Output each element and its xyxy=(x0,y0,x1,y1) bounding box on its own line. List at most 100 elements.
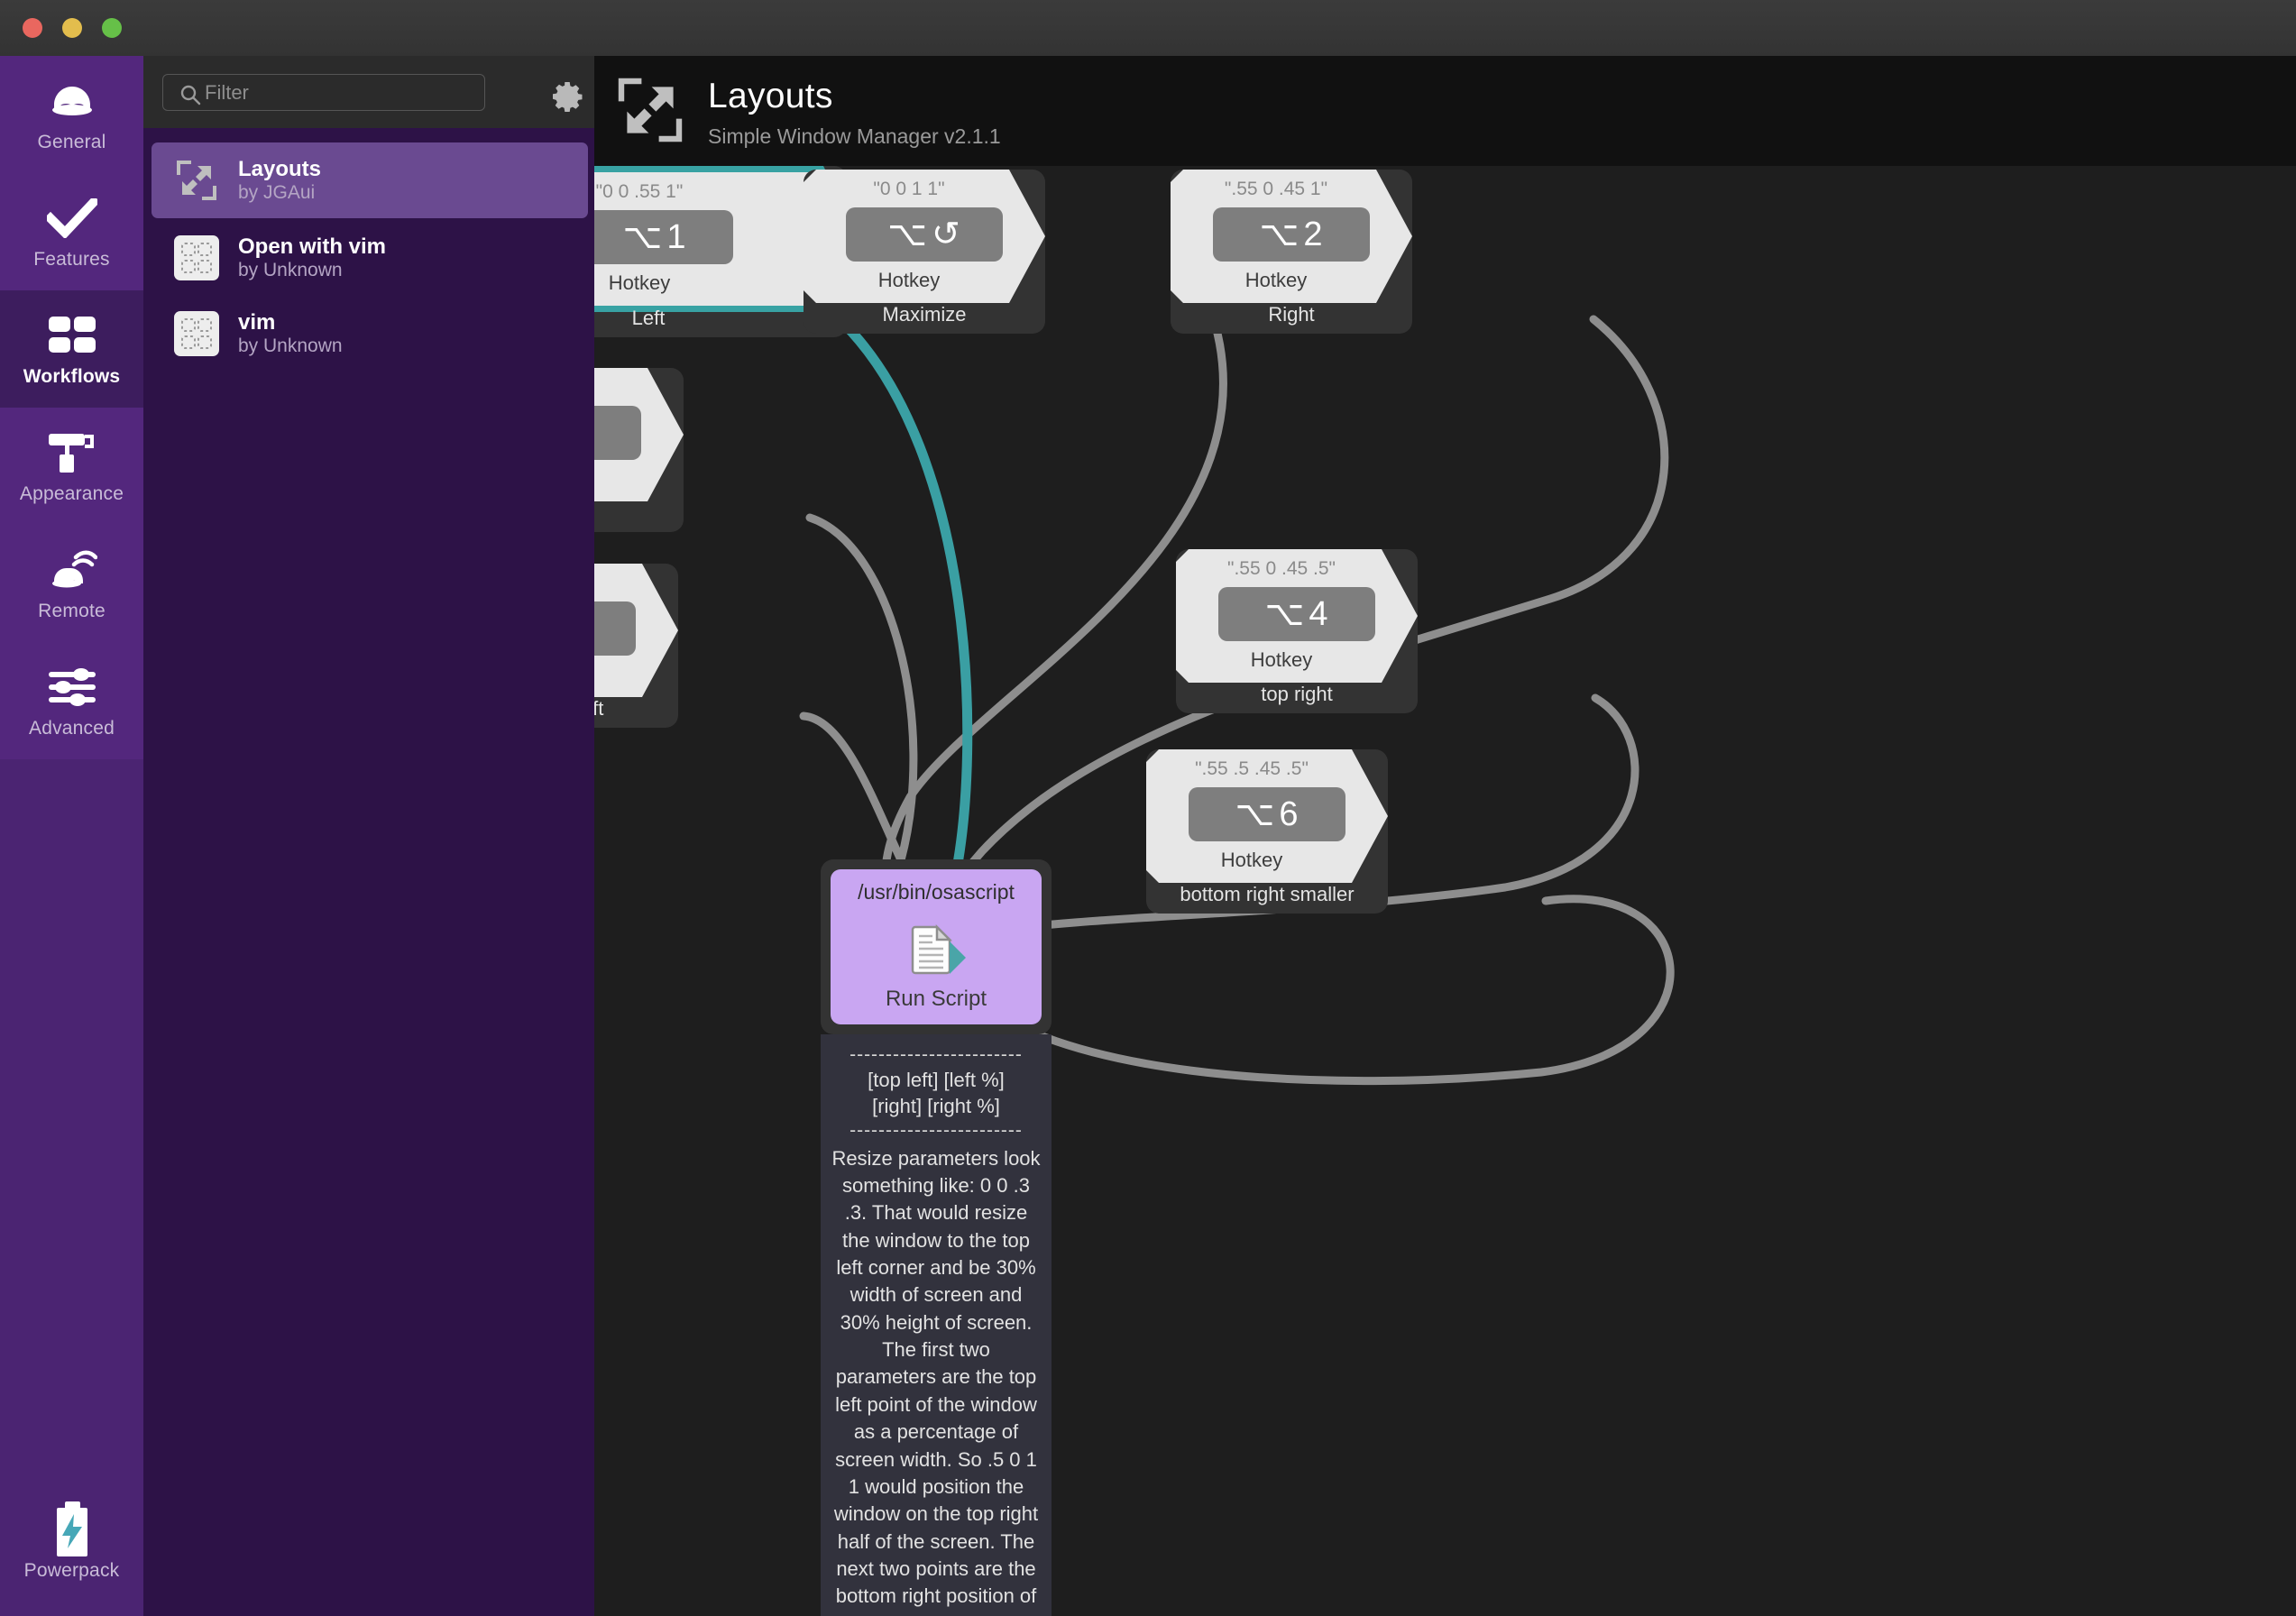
zoom-button[interactable] xyxy=(102,18,122,38)
search-input[interactable]: Filter xyxy=(162,74,485,111)
hotkey-label: ⌥ 4 xyxy=(1264,595,1329,633)
hotkey-label: ⌥ 6 xyxy=(1235,795,1300,833)
node-param: "0 0 .55 .5" xyxy=(594,377,653,399)
node-bottom-left[interactable]: "0 .5 .55 .5" ⌥ 5 Hotkey bottom left xyxy=(594,564,678,728)
node-title: bottom left xyxy=(594,697,604,720)
workflow-row-layouts[interactable]: Layouts by JGAui xyxy=(152,142,588,218)
rail-item-advanced[interactable]: Advanced xyxy=(0,642,143,759)
minimize-button[interactable] xyxy=(62,18,82,38)
workflow-row-open-with-vim[interactable]: Open with vim by Unknown xyxy=(152,220,588,296)
workflow-row-vim[interactable]: vim by Unknown xyxy=(152,296,588,372)
hotkey-label: ⌥ 1 xyxy=(622,218,687,256)
hotkey-label: ⌥ ↺ xyxy=(887,216,961,253)
rail-item-remote[interactable]: Remote xyxy=(0,525,143,642)
node-param: ".55 .5 .45 .5" xyxy=(1195,758,1309,779)
alfred-preferences-window: General Features Workflows Appearance Re xyxy=(0,0,2296,1616)
workflow-list-pane: Filter Layouts by JGAui Open with vim by… xyxy=(143,56,594,1616)
workflow-header: Layouts Simple Window Manager v2.1.1 xyxy=(594,56,2296,166)
powerpack-battery-bolt-icon xyxy=(45,1501,99,1556)
node-card: ".55 0 .45 1" ⌥ 2 Hotkey xyxy=(1171,170,1412,303)
alfred-hat-icon xyxy=(45,76,99,126)
node-graph[interactable]: "0 0 .55 1" ⌥ 1 Hotkey Left "0 0 1 1" ⌥ xyxy=(594,166,2296,1616)
note-line-2: [right] [right %] xyxy=(872,1095,1000,1118)
grid-squares-icon xyxy=(45,310,99,361)
script-path: /usr/bin/osascript xyxy=(858,880,1015,904)
gear-icon[interactable] xyxy=(552,81,583,116)
node-param: ".55 0 .45 1" xyxy=(1224,179,1328,199)
node-title: top right xyxy=(1261,683,1333,705)
rail-item-features[interactable]: Features xyxy=(0,173,143,290)
paint-roller-icon xyxy=(45,427,99,478)
workflow-canvas[interactable]: Layouts Simple Window Manager v2.1.1 "0 … xyxy=(594,56,2296,1616)
node-type: Hotkey xyxy=(608,271,671,294)
filter-bar: Filter xyxy=(143,56,594,128)
rail-label-workflows: Workflows xyxy=(23,366,121,387)
workflow-name: vim xyxy=(238,309,276,335)
node-param: "0 .5 .55 .5" xyxy=(594,573,647,594)
rail-label-advanced: Advanced xyxy=(28,718,115,739)
node-title: bottom right smaller xyxy=(1180,883,1355,905)
node-type: Hotkey xyxy=(1220,849,1283,871)
node-title: Right xyxy=(1268,303,1315,326)
node-type: Hotkey xyxy=(1244,269,1308,291)
hotkey-pill[interactable]: ⌥ 5 xyxy=(594,601,636,656)
node-title: Maximize xyxy=(882,303,967,326)
close-button[interactable] xyxy=(23,18,42,38)
node-run-script[interactable]: /usr/bin/osascript Run Script xyxy=(821,859,1052,1034)
workflow-name: Layouts xyxy=(238,156,322,181)
preferences-rail: General Features Workflows Appearance Re xyxy=(0,56,143,1616)
hotkey-label: ⌥ 3 xyxy=(594,416,595,450)
node-card: "0 .5 .55 .5" ⌥ 5 Hotkey xyxy=(594,564,678,697)
script-document-play-icon xyxy=(901,918,971,981)
hotkey-pill[interactable]: ⌥ 2 xyxy=(1213,207,1370,262)
node-maximize[interactable]: "0 0 1 1" ⌥ ↺ Hotkey Maximize xyxy=(804,170,1045,334)
node-type: Hotkey xyxy=(1250,648,1313,671)
rail-item-powerpack[interactable]: Powerpack xyxy=(0,1501,143,1582)
workflow-name: Open with vim xyxy=(238,234,387,259)
node-card: "0 0 .55 .5" ⌥ 3 Hotkey xyxy=(594,368,684,501)
script-card: /usr/bin/osascript Run Script xyxy=(831,869,1042,1024)
remote-hat-signal-icon xyxy=(45,545,99,595)
note-line-1: [top left] [left %] xyxy=(868,1069,1005,1092)
rail-item-workflows[interactable]: Workflows xyxy=(0,290,143,408)
hotkey-pill[interactable]: ⌥ 4 xyxy=(1218,587,1375,641)
hotkey-pill[interactable]: ⌥ 1 xyxy=(594,210,733,264)
dashed-grid-icon xyxy=(173,310,220,357)
search-icon xyxy=(179,84,201,110)
hotkey-pill[interactable]: ⌥ ↺ xyxy=(846,207,1003,262)
rail-label-remote: Remote xyxy=(38,601,106,621)
node-type: Hotkey xyxy=(877,269,941,291)
node-card: "0 0 1 1" ⌥ ↺ Hotkey xyxy=(804,170,1045,303)
node-top-left[interactable]: "0 0 .55 .5" ⌥ 3 Hotkey top left xyxy=(594,368,684,532)
rail-item-appearance[interactable]: Appearance xyxy=(0,408,143,525)
workflow-author: by JGAui xyxy=(238,182,316,204)
rail-label-powerpack: Powerpack xyxy=(23,1560,120,1581)
workflow-author: by Unknown xyxy=(238,335,343,357)
window-titlebar xyxy=(0,0,2296,57)
rail-label-general: General xyxy=(37,132,106,152)
node-type: Hotkey xyxy=(594,467,653,491)
node-top-right[interactable]: ".55 0 .45 .5" ⌥ 4 Hotkey top right xyxy=(1176,549,1418,713)
node-param: "0 0 .55 1" xyxy=(595,181,684,202)
node-param: ".55 0 .45 .5" xyxy=(1227,558,1336,579)
hotkey-pill[interactable]: ⌥ 6 xyxy=(1189,787,1345,841)
rail-item-general[interactable]: General xyxy=(0,56,143,173)
hotkey-pill[interactable]: ⌥ 3 xyxy=(594,406,641,460)
rail-label-appearance: Appearance xyxy=(19,483,124,504)
node-type: Hotkey xyxy=(594,663,647,686)
rail-label-features: Features xyxy=(33,249,110,270)
note-body: Resize parameters look something like: 0… xyxy=(831,1146,1041,1616)
hotkey-label: ⌥ 2 xyxy=(1259,216,1324,253)
checkmark-icon xyxy=(45,193,99,243)
node-right[interactable]: ".55 0 .45 1" ⌥ 2 Hotkey Right xyxy=(1171,170,1412,334)
node-bottom-right-smaller[interactable]: ".55 .5 .45 .5" ⌥ 6 Hotkey bottom right … xyxy=(1146,749,1388,914)
node-title: top left xyxy=(594,501,684,525)
resize-arrows-icon xyxy=(173,157,220,204)
page-title: Layouts xyxy=(708,77,833,115)
note-divider-top: ------------------------ xyxy=(850,1044,1023,1065)
resize-arrows-icon xyxy=(614,74,686,146)
script-label: Run Script xyxy=(885,987,987,1011)
sliders-icon xyxy=(45,662,99,712)
search-placeholder: Filter xyxy=(205,80,249,104)
node-note: ------------------------ [top left] [lef… xyxy=(821,1034,1052,1616)
